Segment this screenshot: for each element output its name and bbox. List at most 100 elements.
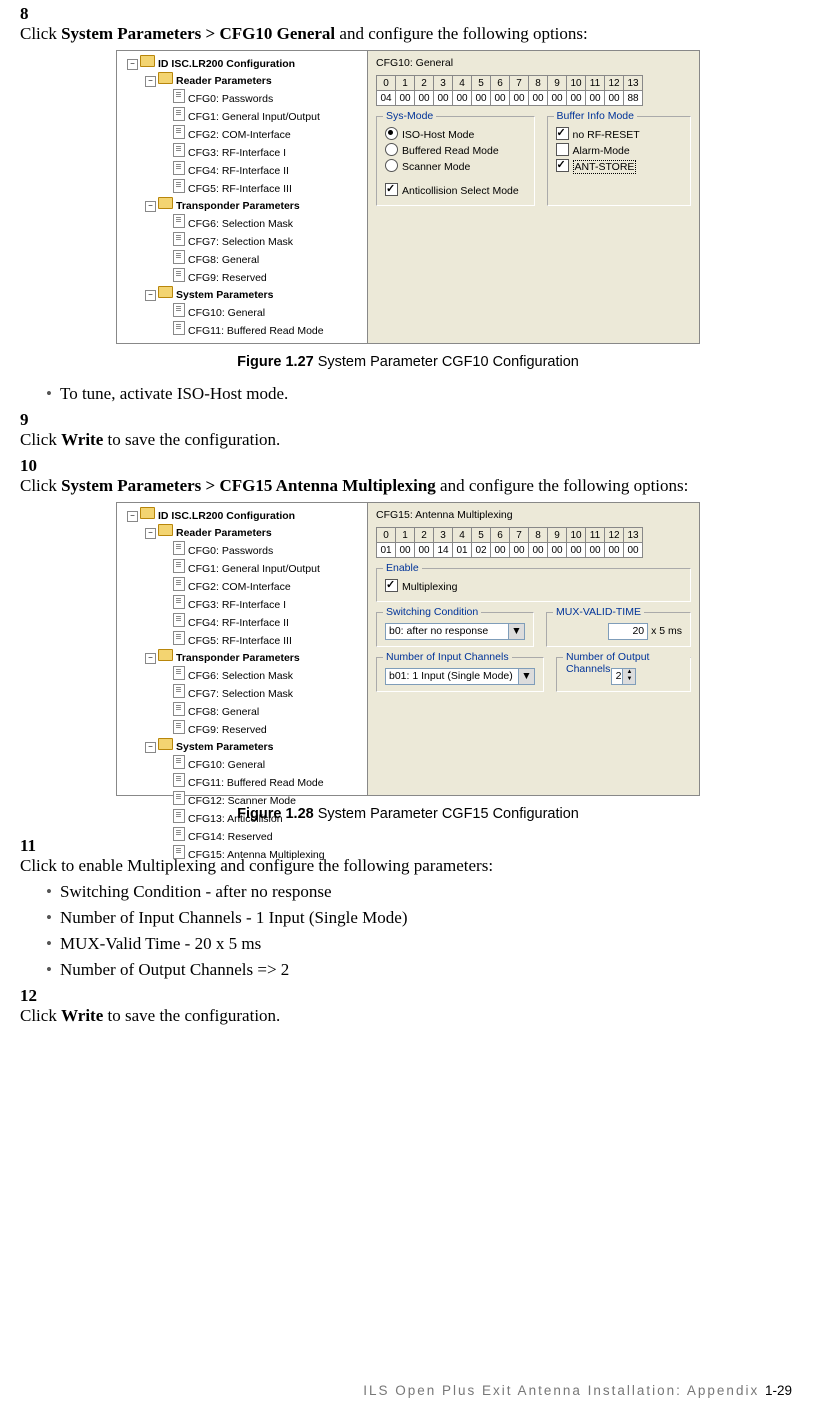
collapse-icon[interactable]: − <box>145 201 156 212</box>
doc-icon <box>173 559 185 573</box>
command: Write <box>61 1006 103 1025</box>
folder-icon <box>158 72 173 84</box>
tree-item[interactable]: CFG5: RF-Interface III <box>188 635 292 647</box>
tree-item[interactable]: CFG8: General <box>188 254 259 266</box>
group-title: Buffer Info Mode <box>554 110 637 122</box>
tree-item[interactable]: CFG2: COM-Interface <box>188 129 291 141</box>
doc-icon <box>173 143 185 157</box>
byte-table: 012345678910111213 010000140102000000000… <box>376 527 643 558</box>
panel-title: CFG15: Antenna Multiplexing <box>376 509 691 521</box>
option-label: Anticollision Select Mode <box>402 185 519 197</box>
group-sys-mode: Sys-Mode ISO-Host Mode Buffered Read Mod… <box>376 116 535 206</box>
doc-icon <box>173 755 185 769</box>
tree-item[interactable]: CFG7: Selection Mask <box>188 688 293 700</box>
check-no-rf-reset[interactable] <box>556 127 569 140</box>
doc-icon <box>173 214 185 228</box>
group-title: Number of Input Channels <box>383 651 512 663</box>
doc-icon <box>173 232 185 246</box>
tree-folder-reader[interactable]: Reader Parameters <box>176 527 272 539</box>
tree-item[interactable]: CFG9: Reserved <box>188 272 267 284</box>
text: to save the configuration. <box>103 1006 280 1025</box>
tree-root[interactable]: ID ISC.LR200 Configuration <box>158 510 295 522</box>
doc-icon <box>173 595 185 609</box>
figure-title: System Parameter CGF15 Configuration <box>314 806 579 822</box>
command: Write <box>61 430 103 449</box>
tree-item[interactable]: CFG0: Passwords <box>188 93 273 105</box>
collapse-icon[interactable]: − <box>145 653 156 664</box>
spinner-buttons-icon[interactable]: ▲▼ <box>622 669 635 684</box>
collapse-icon[interactable]: − <box>145 290 156 301</box>
collapse-icon[interactable]: − <box>127 59 138 70</box>
bullet-text: To tune, activate ISO-Host mode. <box>60 384 288 403</box>
doc-icon <box>173 179 185 193</box>
tree-folder-transponder[interactable]: Transponder Parameters <box>176 652 300 664</box>
option-label: Scanner Mode <box>402 161 470 173</box>
collapse-icon[interactable]: − <box>145 742 156 753</box>
bullet: •Number of Input Channels - 1 Input (Sin… <box>46 908 796 928</box>
input-value: 20 <box>632 625 644 637</box>
doc-icon <box>173 702 185 716</box>
folder-icon <box>158 738 173 750</box>
combo-switching-condition[interactable]: b0: after no response▼ <box>385 623 525 640</box>
step-text: Click Write to save the configuration. <box>20 1006 770 1026</box>
chevron-down-icon: ▼ <box>518 669 534 684</box>
doc-icon <box>173 666 185 680</box>
tree-item[interactable]: CFG4: RF-Interface II <box>188 617 289 629</box>
tree-item[interactable]: CFG2: COM-Interface <box>188 581 291 593</box>
check-multiplexing[interactable] <box>385 579 398 592</box>
tree-item[interactable]: CFG3: RF-Interface I <box>188 599 286 611</box>
bullet-icon: • <box>46 960 60 980</box>
check-alarm-mode[interactable] <box>556 143 569 156</box>
tree-item[interactable]: CFG1: General Input/Output <box>188 563 320 575</box>
combo-input-channels[interactable]: b01: 1 Input (Single Mode) ▼ <box>385 668 535 685</box>
input-mux-time[interactable]: 20 <box>608 623 648 640</box>
group-buffer-info: Buffer Info Mode no RF-RESET Alarm-Mode … <box>547 116 691 206</box>
tree-folder-system[interactable]: System Parameters <box>176 289 273 301</box>
tree-item[interactable]: CFG1: General Input/Output <box>188 111 320 123</box>
radio-iso-host[interactable] <box>385 127 398 140</box>
tree-folder-transponder[interactable]: Transponder Parameters <box>176 200 300 212</box>
tree-item[interactable]: CFG6: Selection Mask <box>188 218 293 230</box>
tree-item[interactable]: CFG10: General <box>188 759 265 771</box>
tree-item[interactable]: CFG0: Passwords <box>188 545 273 557</box>
collapse-icon[interactable]: − <box>127 511 138 522</box>
tree-folder-reader[interactable]: Reader Parameters <box>176 75 272 87</box>
tree-item[interactable]: CFG14: Reserved <box>188 831 273 843</box>
tree-item[interactable]: CFG4: RF-Interface II <box>188 165 289 177</box>
tree-item[interactable]: CFG9: Reserved <box>188 724 267 736</box>
tree-item[interactable]: CFG6: Selection Mask <box>188 670 293 682</box>
group-title: Enable <box>383 562 422 574</box>
step-10: 10 Click System Parameters > CFG15 Anten… <box>20 456 796 496</box>
tree-item[interactable]: CFG3: RF-Interface I <box>188 147 286 159</box>
doc-icon <box>173 809 185 823</box>
collapse-icon[interactable]: − <box>145 76 156 87</box>
bullet: •Switching Condition - after no response <box>46 882 796 902</box>
radio-scanner[interactable] <box>385 159 398 172</box>
option-label: no RF-RESET <box>573 129 640 141</box>
tree-item-selected[interactable]: CFG10: General <box>188 307 265 319</box>
combo-value: b0: after no response <box>389 625 488 637</box>
step-text: Click System Parameters > CFG10 General … <box>20 24 770 44</box>
step-text: Click System Parameters > CFG15 Antenna … <box>20 476 770 496</box>
tree-item[interactable]: CFG8: General <box>188 706 259 718</box>
option-label: Buffered Read Mode <box>402 145 499 157</box>
tree-folder-system[interactable]: System Parameters <box>176 741 273 753</box>
doc-icon <box>173 250 185 264</box>
step-number: 11 <box>20 836 42 856</box>
menu-path: System Parameters > CFG15 Antenna Multip… <box>61 476 436 495</box>
doc-icon <box>173 125 185 139</box>
combo-value: b01: 1 Input (Single Mode) <box>389 670 513 682</box>
doc-icon <box>173 577 185 591</box>
tree-item[interactable]: CFG11: Buffered Read Mode <box>188 325 324 337</box>
tree-item[interactable]: CFG5: RF-Interface III <box>188 183 292 195</box>
spinner-output-channels[interactable]: 2▲▼ <box>611 668 637 685</box>
tree-root[interactable]: ID ISC.LR200 Configuration <box>158 58 295 70</box>
collapse-icon[interactable]: − <box>145 528 156 539</box>
tree-item[interactable]: CFG7: Selection Mask <box>188 236 293 248</box>
figure-number: Figure 1.27 <box>237 354 314 370</box>
check-anticollision[interactable] <box>385 183 398 196</box>
tree-item[interactable]: CFG11: Buffered Read Mode <box>188 777 324 789</box>
group-title: Sys-Mode <box>383 110 436 122</box>
check-ant-store[interactable] <box>556 159 569 172</box>
radio-buffered[interactable] <box>385 143 398 156</box>
